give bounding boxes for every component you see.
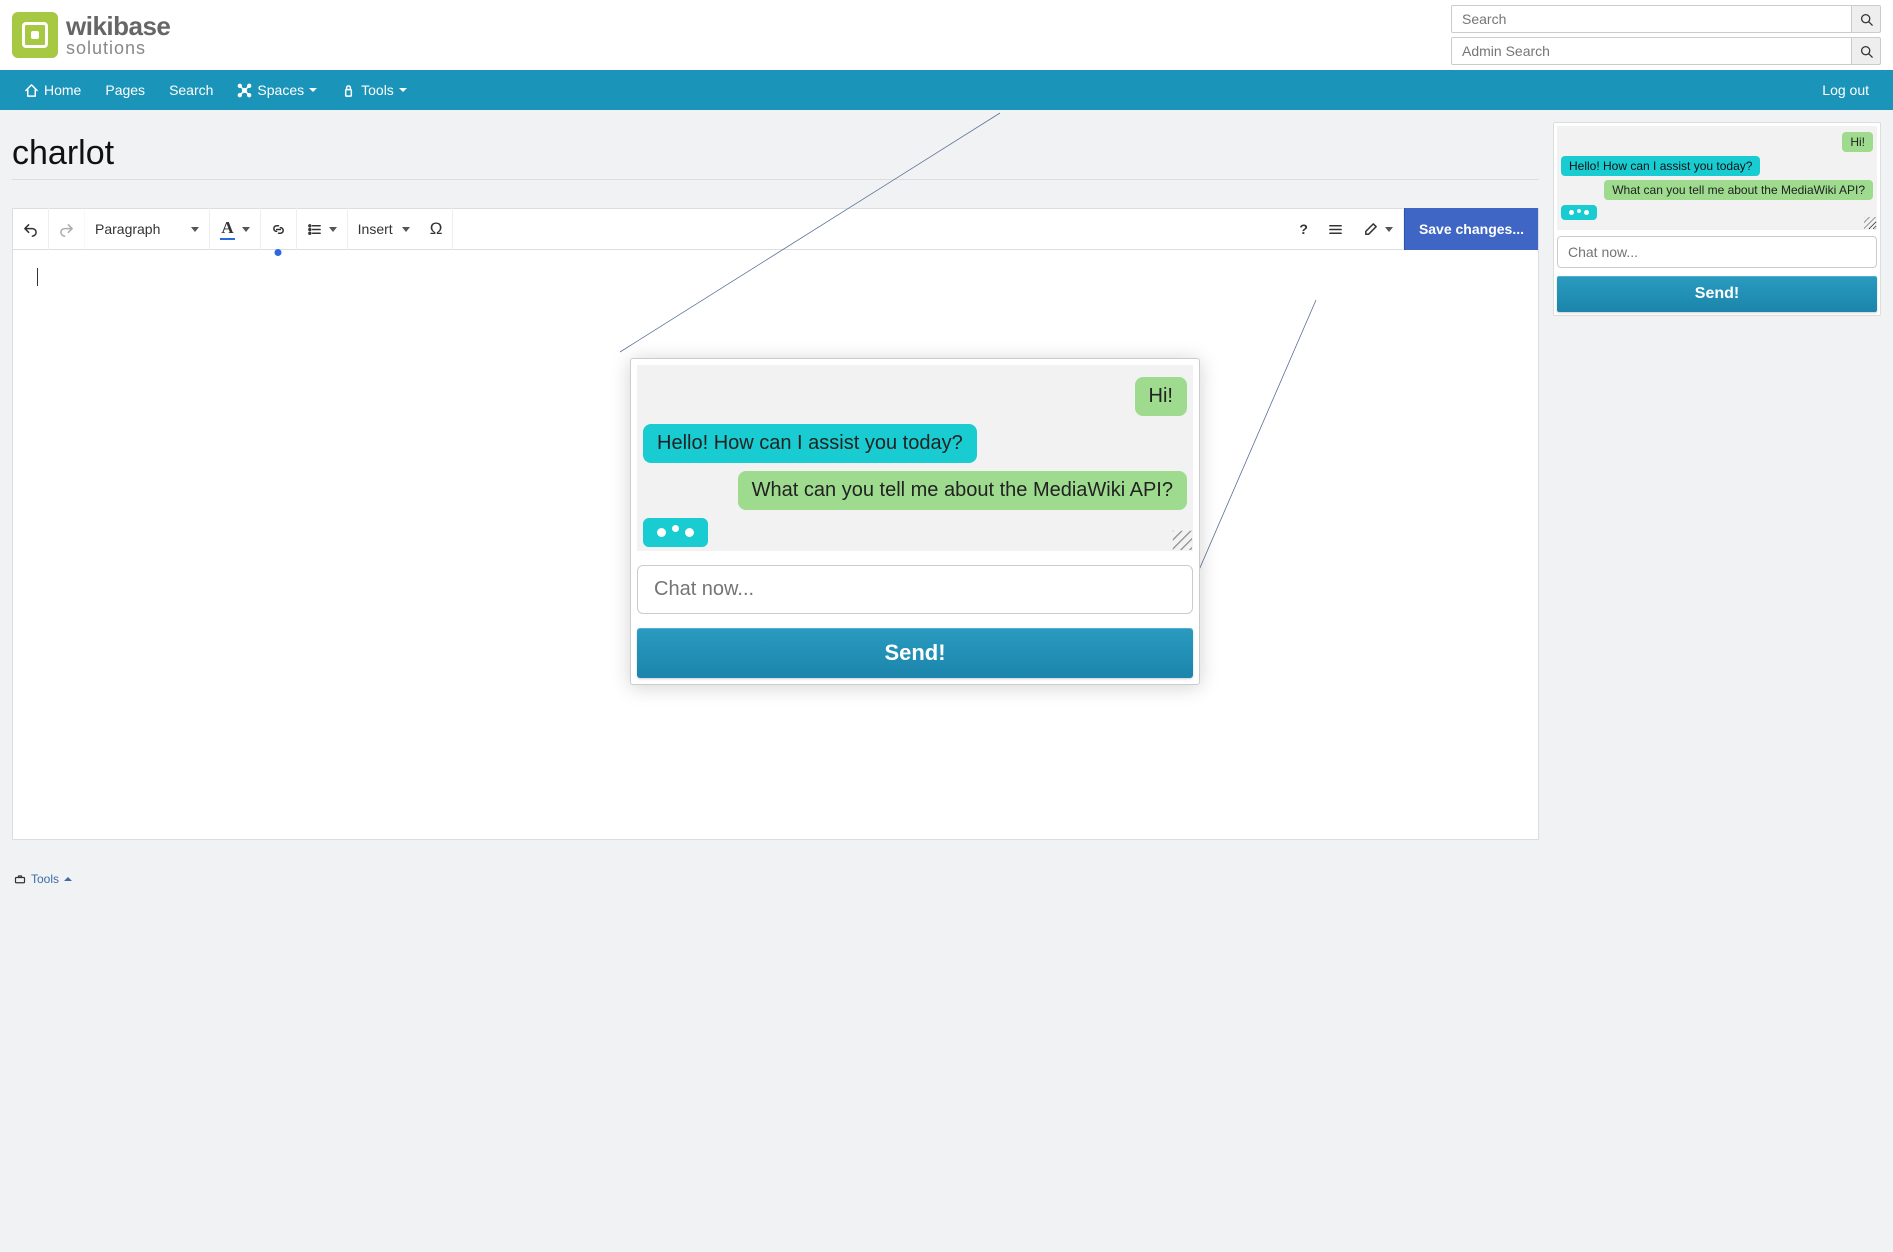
resize-handle[interactable]	[1864, 217, 1876, 229]
chat-log[interactable]: Hi! Hello! How can I assist you today? W…	[1557, 126, 1877, 230]
chevron-up-icon	[64, 877, 72, 881]
chat-magnified: Hi! Hello! How can I assist you today? W…	[630, 358, 1200, 685]
nav-pages-label: Pages	[105, 82, 145, 98]
chevron-down-icon	[191, 227, 199, 232]
nav-tools[interactable]: Tools	[329, 70, 419, 110]
logo-icon	[12, 12, 58, 58]
nav-tools-label: Tools	[361, 82, 394, 98]
nav-spaces-label: Spaces	[257, 82, 304, 98]
nav-search[interactable]: Search	[157, 70, 225, 110]
chat-msg-user: Hi!	[1135, 377, 1187, 416]
top-header: wikibase solutions	[0, 0, 1893, 70]
indicator-dot-icon	[275, 249, 282, 256]
logo-text: wikibase solutions	[66, 13, 170, 57]
footer: Tools	[0, 864, 1893, 896]
chat-msg-user: What can you tell me about the MediaWiki…	[738, 471, 1187, 510]
typing-indicator-icon	[643, 518, 708, 547]
search-button[interactable]	[1851, 5, 1881, 33]
link-button[interactable]	[261, 208, 297, 250]
editor-toolbar: Paragraph A Insert Ω ?	[12, 208, 1539, 250]
redo-button[interactable]	[49, 208, 85, 250]
list-button[interactable]	[297, 208, 348, 250]
chevron-down-icon	[242, 227, 250, 232]
nav-pages[interactable]: Pages	[93, 70, 157, 110]
special-char-button[interactable]: Ω	[420, 208, 454, 250]
text-cursor-icon	[37, 268, 38, 286]
search-input[interactable]	[1451, 5, 1851, 33]
admin-search-button[interactable]	[1851, 37, 1881, 65]
chat-input-magnified[interactable]	[637, 565, 1193, 614]
chat-msg-bot: Hello! How can I assist you today?	[643, 424, 977, 463]
chat-msg-user: Hi!	[1842, 132, 1873, 152]
footer-tools[interactable]: Tools	[14, 872, 72, 886]
chat-msg-bot: Hello! How can I assist you today?	[1561, 156, 1760, 176]
chevron-down-icon	[1385, 227, 1393, 232]
nav-home-label: Home	[44, 82, 81, 98]
resize-handle[interactable]	[1173, 531, 1192, 550]
save-button[interactable]: Save changes...	[1404, 208, 1538, 250]
search-stack	[1451, 5, 1881, 65]
nav-spaces[interactable]: Spaces	[225, 70, 329, 110]
chat-input[interactable]	[1557, 236, 1877, 268]
nav-logout[interactable]: Log out	[1810, 70, 1881, 110]
page-options-button[interactable]	[1318, 208, 1353, 250]
nav-logout-label: Log out	[1822, 82, 1869, 98]
send-button[interactable]: Send!	[1557, 276, 1877, 312]
nav-search-label: Search	[169, 82, 213, 98]
chevron-down-icon	[399, 88, 407, 92]
edit-mode-button[interactable]	[1353, 208, 1404, 250]
typing-indicator-icon	[1561, 205, 1597, 220]
help-button[interactable]: ?	[1289, 208, 1318, 250]
paragraph-label: Paragraph	[95, 221, 160, 237]
chat-log-magnified: Hi! Hello! How can I assist you today? W…	[637, 365, 1193, 551]
chevron-down-icon	[329, 227, 337, 232]
admin-search-input[interactable]	[1451, 37, 1851, 65]
logo[interactable]: wikibase solutions	[12, 12, 170, 58]
nav-home[interactable]: Home	[12, 70, 93, 110]
insert-menu[interactable]: Insert	[348, 208, 420, 250]
send-button-magnified[interactable]: Send!	[637, 628, 1193, 678]
paragraph-select[interactable]: Paragraph	[85, 208, 210, 250]
chat-sidebar: Hi! Hello! How can I assist you today? W…	[1553, 122, 1881, 316]
page-title: charlot	[12, 122, 1539, 180]
text-style-button[interactable]: A	[210, 208, 260, 250]
undo-button[interactable]	[13, 208, 49, 250]
chevron-down-icon	[402, 227, 410, 232]
insert-label: Insert	[358, 221, 393, 237]
footer-tools-label: Tools	[31, 872, 59, 886]
chevron-down-icon	[309, 88, 317, 92]
chat-msg-user: What can you tell me about the MediaWiki…	[1604, 180, 1873, 200]
navbar: Home Pages Search Spaces Tools Log out	[0, 70, 1893, 110]
